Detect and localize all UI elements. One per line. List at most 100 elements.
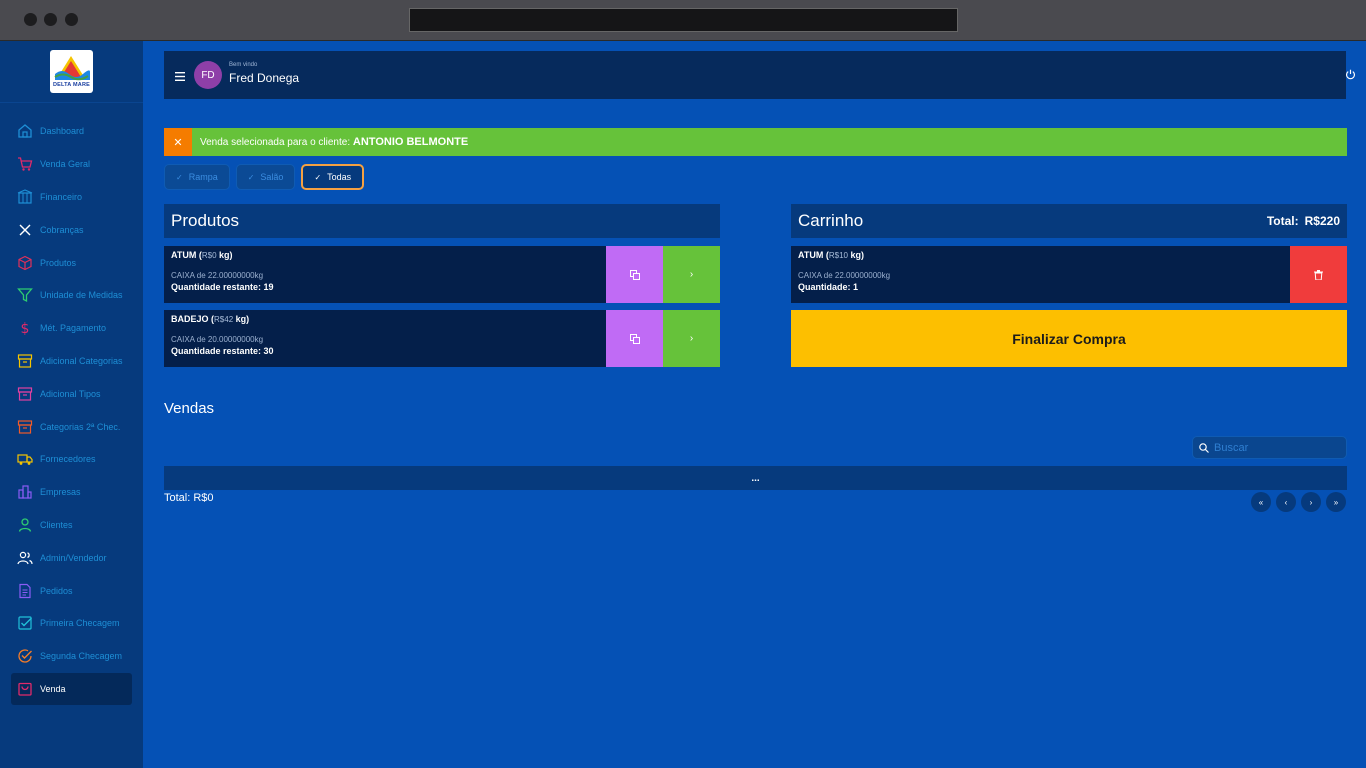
dollar-icon: $ (17, 320, 33, 336)
sidebar-item-venda-geral[interactable]: Venda Geral (11, 148, 132, 181)
next-page-button[interactable]: › (1301, 492, 1321, 512)
window-minimize-dot[interactable] (44, 13, 57, 26)
vendas-table: ... (164, 466, 1347, 490)
filter-todas[interactable]: ✓ Todas (301, 164, 365, 190)
cart-total-label: Total: (1266, 214, 1299, 228)
produtos-title: Produtos (171, 211, 240, 230)
filter-label: Rampa (188, 172, 218, 182)
sidebar-item-label: Mét. Pagamento (40, 323, 107, 334)
alert-message: Venda selecionada para o cliente: ANTONI… (200, 136, 468, 148)
search-icon (1199, 442, 1209, 453)
sidebar-item-label: Unidade de Medidas (40, 290, 123, 301)
vendas-total: Total: R$0 (164, 492, 214, 504)
power-icon[interactable] (1345, 67, 1356, 85)
copy-button[interactable] (606, 310, 663, 367)
archive-icon (17, 419, 33, 435)
search-input[interactable] (1214, 441, 1339, 454)
sidebar-item-fornecedores[interactable]: Fornecedores (11, 443, 132, 476)
alert-client-name: ANTONIO BELMONTE (352, 136, 469, 148)
sidebar-item-label: Venda Geral (40, 159, 91, 170)
finalize-purchase-button[interactable]: Finalizar Compra (791, 310, 1347, 367)
buildings-icon (17, 484, 33, 500)
welcome-text: Bem vindo (229, 62, 258, 68)
alert-close-button[interactable]: ✕ (164, 128, 192, 156)
sidebar-item-venda[interactable]: Venda (11, 672, 132, 706)
sidebar-item-segunda-checagem[interactable]: Segunda Checagem (11, 640, 132, 673)
sidebar-item-label: Segunda Checagem (40, 651, 123, 662)
sidebar-item-label: Primeira Checagem (40, 618, 120, 629)
cart-icon (17, 156, 33, 172)
sidebar: DELTA MARE Dashboard Venda Geral Financeir… (0, 41, 143, 768)
sidebar-item-adicional-tipos[interactable]: Adicional Tipos (11, 377, 132, 410)
product-qty: Quantidade restante: 19 (171, 282, 274, 292)
sidebar-item-adicional-categorias[interactable]: Adicional Categorias (11, 345, 132, 378)
check-icon: ✓ (176, 172, 183, 182)
sidebar-item-primeira-checagem[interactable]: Primeira Checagem (11, 607, 132, 640)
archive-icon (17, 353, 33, 369)
chevron-right-icon: › (689, 269, 694, 280)
table-placeholder: ... (751, 472, 760, 484)
product-row: ATUM (R$0 kg) CAIXA de 22.00000000kg Qua… (164, 246, 720, 303)
bag-icon (17, 681, 33, 697)
sidebar-nav: Dashboard Venda Geral Financeiro Cobranças P… (0, 103, 143, 706)
chevron-right-icon: › (689, 333, 694, 344)
prev-page-button[interactable]: ‹ (1276, 492, 1296, 512)
window-close-dot[interactable] (24, 13, 37, 26)
sidebar-item-clientes[interactable]: Clientes (11, 509, 132, 542)
copy-icon (629, 269, 640, 280)
cart-item-desc: CAIXA de 22.00000000kg (798, 271, 891, 280)
filter-label: Salão (260, 172, 284, 182)
filter-label: Todas (327, 172, 352, 182)
selected-client-alert: ✕ Venda selecionada para o cliente: ANTO… (164, 128, 1347, 156)
avatar[interactable]: FD (194, 61, 222, 89)
check-icon: ✓ (247, 172, 255, 182)
add-to-cart-button[interactable]: › (663, 310, 720, 367)
pagination: « ‹ › » (1251, 492, 1346, 512)
filter-salao[interactable]: ✓ Salão (235, 164, 296, 190)
users-icon (17, 550, 33, 566)
first-page-button[interactable]: « (1251, 492, 1271, 512)
product-desc: CAIXA de 20.00000000kg (171, 335, 264, 344)
sidebar-item-dashboard[interactable]: Dashboard (11, 115, 132, 148)
product-name: BADEJO (R$42 kg) (171, 314, 250, 324)
sidebar-item-label: Categorias 2ª Chec. (40, 421, 121, 432)
browser-chrome (0, 0, 1366, 41)
trash-icon (1314, 269, 1323, 280)
user-icon (17, 517, 33, 533)
sidebar-item-label: Fornecedores (40, 454, 96, 465)
sidebar-item-admin-vendedor[interactable]: Admin/Vendedor (11, 541, 132, 574)
filter-rampa[interactable]: ✓ Rampa (164, 164, 230, 190)
address-bar[interactable] (409, 8, 958, 32)
location-filters: ✓ Rampa ✓ Salão ✓ Todas (164, 164, 365, 190)
hamburger-menu-icon[interactable] (175, 68, 185, 86)
truck-icon (17, 451, 33, 467)
sidebar-item-m-t-pagamento[interactable]: $ Mét. Pagamento (11, 312, 132, 345)
sidebar-item-cobran-as[interactable]: Cobranças (11, 213, 132, 246)
last-page-button[interactable]: » (1326, 492, 1346, 512)
copy-button[interactable] (606, 246, 663, 303)
search-box[interactable] (1192, 436, 1347, 459)
add-to-cart-button[interactable]: › (663, 246, 720, 303)
check-circle-icon (17, 648, 33, 664)
remove-from-cart-button[interactable] (1290, 246, 1347, 303)
building-icon (17, 189, 33, 205)
document-icon (17, 583, 33, 599)
carrinho-title: Carrinho (798, 211, 864, 230)
cart-total: Total: R$220 (1267, 214, 1340, 228)
header-bar: FD Bem vindo Fred Donega (164, 51, 1355, 99)
sidebar-item-financeiro[interactable]: Financeiro (11, 181, 132, 214)
user-name: Fred Donega (229, 71, 300, 85)
sidebar-item-empresas[interactable]: Empresas (11, 476, 132, 509)
svg-text:$: $ (21, 321, 30, 336)
produtos-header: Produtos (164, 204, 720, 238)
sidebar-item-label: Cobranças (40, 224, 84, 235)
sidebar-item-label: Dashboard (40, 126, 85, 137)
sidebar-item-unidade-de-medidas[interactable]: Unidade de Medidas (11, 279, 132, 312)
sidebar-item-produtos[interactable]: Produtos (11, 246, 132, 279)
close-icon (17, 222, 33, 238)
sidebar-item-categorias-2-chec[interactable]: Categorias 2ª Chec. (11, 410, 132, 443)
window-maximize-dot[interactable] (65, 13, 78, 26)
sidebar-item-pedidos[interactable]: Pedidos (11, 574, 132, 607)
top-header: FD Bem vindo Fred Donega (143, 41, 1366, 103)
brand-logo[interactable]: DELTA MARE (50, 50, 93, 93)
